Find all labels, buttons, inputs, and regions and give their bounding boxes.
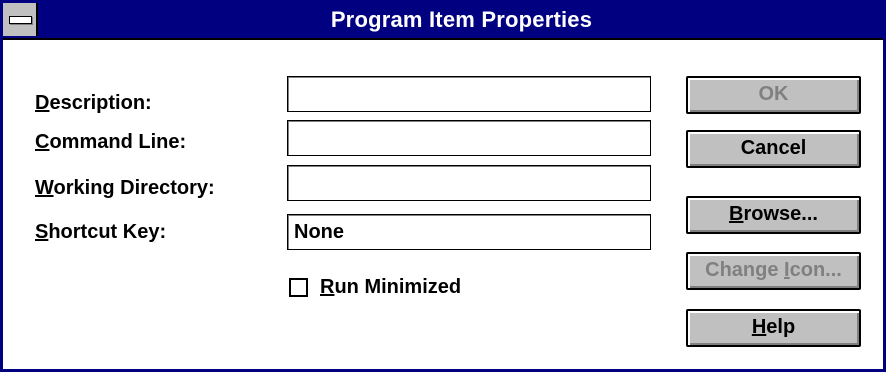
shortcut-key-label: Shortcut Key:: [35, 221, 167, 243]
cancel-button[interactable]: Cancel: [686, 130, 861, 168]
change-icon-button[interactable]: Change Icon...: [686, 252, 861, 290]
command-line-field[interactable]: [287, 120, 651, 156]
run-minimized-label: Run Minimized: [320, 275, 462, 298]
description-label: Description:: [35, 92, 152, 114]
ok-button[interactable]: OK: [686, 76, 861, 114]
working-directory-field[interactable]: [287, 165, 651, 201]
run-minimized-option[interactable]: Run Minimized: [289, 273, 461, 301]
help-button[interactable]: Help: [686, 309, 861, 347]
description-field[interactable]: [287, 76, 651, 112]
working-directory-label: Working Directory:: [35, 177, 215, 199]
shortcut-key-field[interactable]: [287, 214, 651, 250]
run-minimized-checkbox[interactable]: [289, 277, 308, 297]
system-menu-button[interactable]: [3, 3, 38, 36]
system-menu-icon: [9, 16, 32, 24]
dialog-title: Program Item Properties: [330, 7, 593, 32]
title-bar: Program Item Properties: [3, 3, 883, 40]
command-line-label: Command Line:: [35, 131, 187, 153]
program-item-properties-dialog: Program Item Properties Description: Com…: [0, 0, 886, 372]
browse-button[interactable]: Browse...: [686, 196, 861, 234]
